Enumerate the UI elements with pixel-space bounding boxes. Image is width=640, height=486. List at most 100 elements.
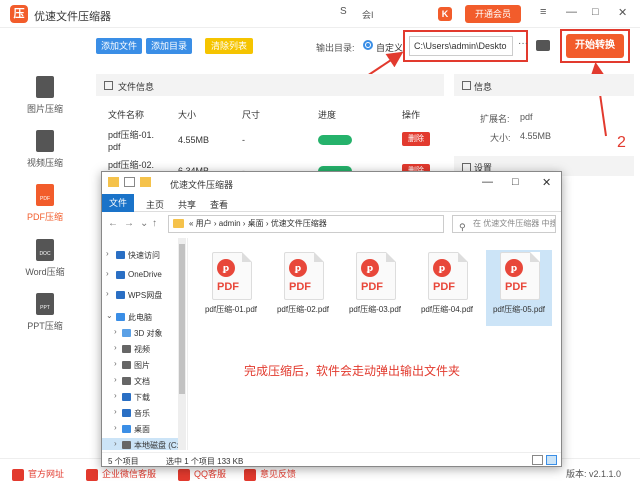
ex-minimize-icon[interactable]: —: [482, 176, 493, 188]
highlight-start-box: [560, 29, 630, 63]
breadcrumb: « 用户 › admin › 桌面 › 优速文件压缩器: [189, 219, 327, 228]
nav-wps[interactable]: › WPS网盘: [102, 288, 182, 302]
search-placeholder: 在 优速文件压缩器 中搜索: [473, 219, 555, 228]
add-file-button[interactable]: 添加文件: [96, 38, 142, 54]
qq-service-link[interactable]: QQ客服: [178, 467, 226, 481]
video-folder-icon: [122, 345, 131, 353]
cube-icon: [122, 329, 131, 337]
ex-close-icon[interactable]: ✕: [542, 176, 551, 189]
file-item[interactable]: ꝑ PDF pdf压缩-01.pdf: [198, 250, 264, 326]
brand-s-icon: S: [340, 6, 347, 17]
row1-size: 4.55MB: [178, 135, 210, 145]
nav-3d[interactable]: › 3D 对象: [102, 326, 182, 340]
k-logo-icon[interactable]: K: [438, 7, 452, 21]
menu-icon[interactable]: ≡: [540, 6, 546, 18]
info-grid-icon: [462, 81, 471, 90]
sidebar-item-label: 图片压缩: [26, 104, 63, 114]
home-icon: [12, 468, 24, 481]
file-item[interactable]: ꝑ PDF pdf压缩-02.pdf: [270, 250, 336, 326]
clear-list-button[interactable]: 清除列表: [205, 38, 253, 54]
open-folder-icon[interactable]: [536, 40, 550, 51]
size-label: 大小:: [490, 133, 511, 143]
forward-icon[interactable]: →: [124, 218, 134, 229]
nav-documents[interactable]: › 文档: [102, 374, 182, 388]
sidebar-item-image[interactable]: 图片压缩: [0, 76, 90, 115]
search-input[interactable]: ⚲ 在 优速文件压缩器 中搜索: [452, 215, 556, 233]
row1-dim: -: [242, 135, 245, 145]
browse-more-button[interactable]: ···: [518, 38, 528, 49]
user-name[interactable]: 会I: [362, 8, 374, 21]
up-icon[interactable]: ↑: [152, 218, 157, 229]
nav-downloads[interactable]: › 下载: [102, 390, 182, 404]
sidebar-item-label: PDF压缩: [26, 212, 63, 222]
feedback-label: 意见反馈: [260, 469, 297, 479]
nav-scroll-thumb[interactable]: [179, 244, 185, 394]
address-bar[interactable]: « 用户 › admin › 桌面 › 优速文件压缩器: [168, 215, 444, 233]
official-site-link[interactable]: 官方网址: [12, 467, 64, 481]
explorer-title: 优速文件压缩器: [170, 180, 234, 190]
nav-videos[interactable]: › 视频: [102, 342, 182, 356]
nav-pictures[interactable]: › 图片: [102, 358, 182, 372]
explorer-titlebar: 优速文件压缩器 — □ ✕: [102, 172, 561, 194]
tab-home[interactable]: 主页: [146, 198, 164, 211]
cloud-icon: [116, 271, 125, 279]
annotation-2: 2: [617, 134, 626, 151]
sidebar-item-ppt[interactable]: PPT PPT压缩: [0, 293, 90, 332]
new-folder-icon[interactable]: [140, 177, 151, 187]
app-titlebar: 压 优速文件压缩器 S 会I K 开通会员 ≡ — □ ✕: [0, 0, 640, 28]
sidebar-item-pdf[interactable]: PDF PDF压缩: [0, 184, 90, 223]
explorer-nav-pane: › 快速访问 › OneDrive › WPS网盘 ⌄ 此电脑 › 3D 对象 › 视频 ›…: [102, 238, 188, 450]
large-icons-view-icon[interactable]: [546, 455, 557, 465]
file-name: pdf压缩-05.pdf: [492, 305, 546, 314]
sidebar-item-word[interactable]: DOC Word压缩: [0, 239, 90, 278]
nav-disk-c[interactable]: › 本地磁盘 (C:: [102, 438, 182, 450]
nav-desktop[interactable]: › 桌面: [102, 422, 182, 436]
nav-onedrive[interactable]: › OneDrive: [102, 268, 182, 282]
nav-quick-access[interactable]: › 快速访问: [102, 248, 182, 262]
custom-dir-radio[interactable]: [363, 40, 373, 50]
cloud-icon: [116, 291, 125, 299]
selection-info: 选中 1 个项目 133 KB: [166, 457, 244, 466]
col-name: 文件名称: [108, 110, 145, 120]
pdf-file-icon: ꝑ PDF: [212, 252, 252, 300]
explorer-window: 优速文件压缩器 — □ ✕ 文件 主页 共享 查看 ← → ⌄ ↑ « 用户 ›…: [101, 171, 562, 467]
back-icon[interactable]: ←: [108, 218, 118, 229]
file-name: pdf压缩-04.pdf: [420, 305, 474, 314]
file-item[interactable]: ꝑ PDF pdf压缩-03.pdf: [342, 250, 408, 326]
tab-file[interactable]: 文件: [102, 194, 134, 212]
sidebar-item-label: 视频压缩: [26, 158, 63, 168]
search-icon: ⚲: [459, 222, 466, 232]
maximize-icon[interactable]: □: [592, 6, 599, 18]
version-label: 版本: v2.1.1.0: [566, 469, 622, 479]
tab-share[interactable]: 共享: [178, 198, 196, 211]
tab-view[interactable]: 查看: [210, 198, 228, 211]
image-file-icon: [36, 76, 54, 98]
row1-delete-button[interactable]: 删除: [402, 132, 430, 146]
nav-this-pc[interactable]: ⌄ 此电脑: [102, 310, 182, 324]
sidebar-item-label: PPT压缩: [27, 321, 63, 331]
file-item-selected[interactable]: ꝑ PDF pdf压缩-05.pdf: [486, 250, 552, 326]
ext-value: pdf: [520, 112, 533, 122]
wechat-icon: [86, 468, 98, 481]
minimize-icon[interactable]: —: [566, 6, 577, 18]
nav-scrollbar[interactable]: [178, 238, 186, 450]
close-icon[interactable]: ✕: [618, 6, 627, 19]
explorer-address-row: ← → ⌄ ↑ « 用户 › admin › 桌面 › 优速文件压缩器 ⚲ 在 …: [102, 212, 561, 236]
ex-maximize-icon[interactable]: □: [512, 176, 519, 188]
col-progress: 进度: [318, 110, 337, 120]
star-icon: [116, 251, 125, 259]
add-dir-button[interactable]: 添加目录: [146, 38, 192, 54]
feedback-link[interactable]: 意见反馈: [244, 467, 296, 481]
nav-music[interactable]: › 音乐: [102, 406, 182, 420]
history-chevron-icon[interactable]: ⌄: [140, 218, 148, 229]
vip-button[interactable]: 开通会员: [465, 5, 521, 23]
file-item[interactable]: ꝑ PDF pdf压缩-04.pdf: [414, 250, 480, 326]
pdf-file-icon: ꝑ PDF: [356, 252, 396, 300]
row1-progress: [318, 135, 352, 145]
details-view-icon[interactable]: [532, 455, 543, 465]
music-icon: [122, 409, 131, 417]
properties-icon[interactable]: [124, 177, 135, 187]
file-name: pdf压缩-01.pdf: [204, 305, 258, 314]
sidebar-item-video[interactable]: 视频压缩: [0, 130, 90, 169]
wechat-service-link[interactable]: 企业微信客服: [86, 467, 156, 481]
